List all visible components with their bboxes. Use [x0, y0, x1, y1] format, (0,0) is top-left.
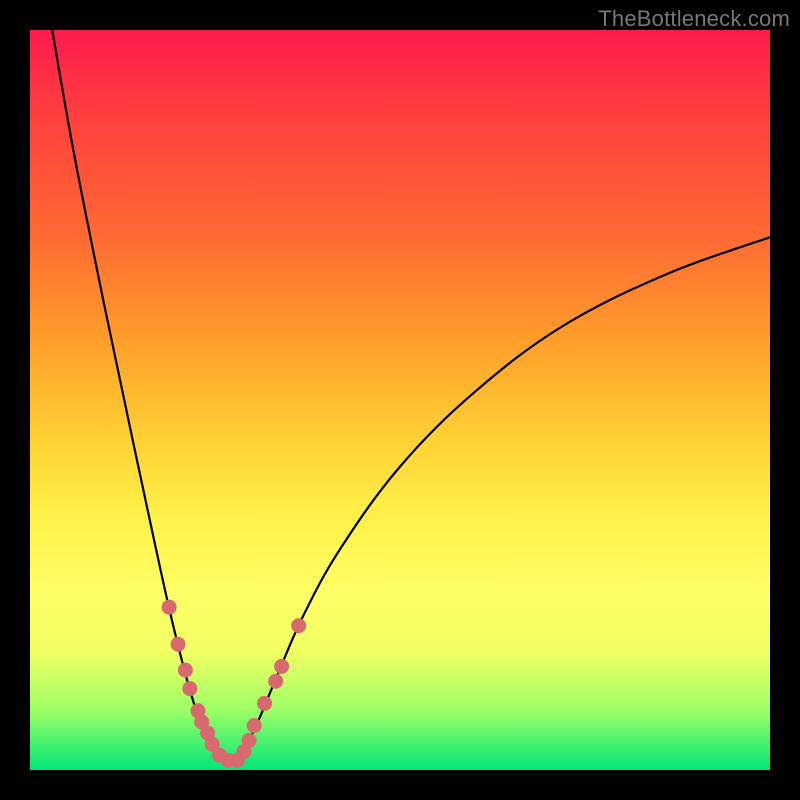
plot-area	[30, 30, 770, 770]
sample-dot	[268, 674, 283, 689]
left-curve	[52, 30, 230, 763]
chart-svg	[30, 30, 770, 770]
sample-dot	[182, 681, 197, 696]
sample-dot	[257, 696, 272, 711]
sample-dot	[247, 718, 262, 733]
watermark-text: TheBottleneck.com	[598, 6, 790, 32]
right-curve	[230, 237, 770, 762]
outer-frame: TheBottleneck.com	[0, 0, 800, 800]
sample-dot	[171, 637, 186, 652]
sample-dot	[274, 659, 289, 674]
sample-dots	[162, 600, 307, 768]
sample-dot	[242, 733, 257, 748]
sample-dot	[162, 600, 177, 615]
sample-dot	[178, 663, 193, 678]
sample-dot	[291, 618, 306, 633]
